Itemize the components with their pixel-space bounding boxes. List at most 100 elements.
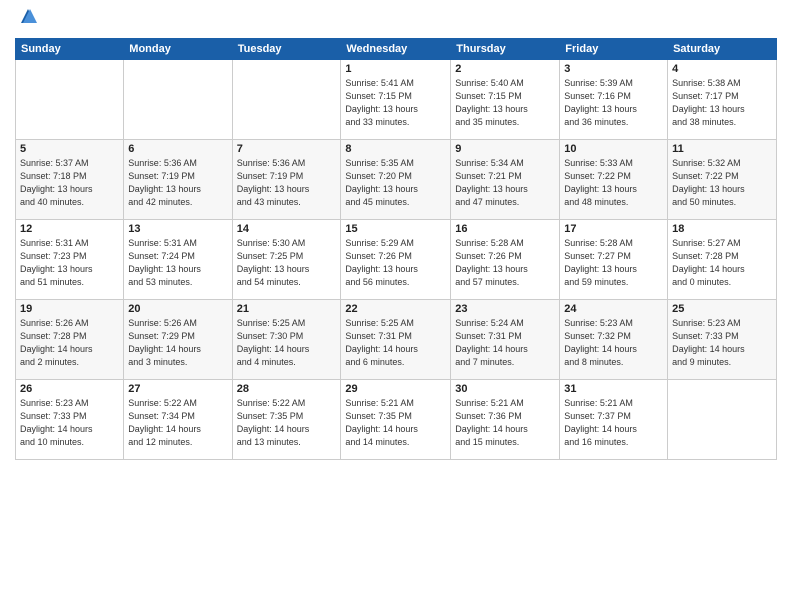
calendar-cell <box>124 59 232 139</box>
calendar-cell: 23 Sunrise: 5:24 AMSunset: 7:31 PMDayligh… <box>451 299 560 379</box>
calendar-header-tuesday: Tuesday <box>232 38 341 59</box>
calendar-cell: 15Sunrise: 5:29 AMSunset: 7:26 PMDayligh… <box>341 219 451 299</box>
calendar-cell: 27 Sunrise: 5:22 AMSunset: 7:34 PMDayligh… <box>124 379 232 459</box>
calendar-table: SundayMondayTuesdayWednesdayThursdayFrid… <box>15 38 777 460</box>
calendar-cell: 16 Sunrise: 5:28 AMSunset: 7:26 PMDayligh… <box>451 219 560 299</box>
calendar-cell: 7 Sunrise: 5:36 AMSunset: 7:19 PMDaylight… <box>232 139 341 219</box>
day-number: 2 <box>455 63 555 75</box>
calendar-header-wednesday: Wednesday <box>341 38 451 59</box>
day-number: 30 <box>455 383 555 395</box>
day-info: Sunrise: 5:34 AMSunset: 7:21 PMDaylight:… <box>455 157 555 209</box>
day-info: Sunrise: 5:39 AMSunset: 7:16 PMDaylight:… <box>564 77 663 129</box>
day-info: Sunrise: 5:31 AMSunset: 7:23 PMDaylight:… <box>20 237 119 289</box>
calendar-cell: 22 Sunrise: 5:25 AMSunset: 7:31 PMDayligh… <box>341 299 451 379</box>
calendar-header-monday: Monday <box>124 38 232 59</box>
logo-icon <box>17 5 39 27</box>
calendar-cell: 29 Sunrise: 5:21 AMSunset: 7:35 PMDayligh… <box>341 379 451 459</box>
day-number: 23 <box>455 303 555 315</box>
day-number: 22 <box>345 303 446 315</box>
calendar-cell: 14 Sunrise: 5:30 AMSunset: 7:25 PMDayligh… <box>232 219 341 299</box>
calendar-cell: 18 Sunrise: 5:27 AMSunset: 7:28 PMDayligh… <box>668 219 777 299</box>
day-info: Sunrise: 5:33 AMSunset: 7:22 PMDaylight:… <box>564 157 663 209</box>
calendar-cell: 8 Sunrise: 5:35 AMSunset: 7:20 PMDaylight… <box>341 139 451 219</box>
day-info: Sunrise: 5:30 AMSunset: 7:25 PMDaylight:… <box>237 237 337 289</box>
calendar-page: SundayMondayTuesdayWednesdayThursdayFrid… <box>0 0 792 612</box>
day-info: Sunrise: 5:24 AMSunset: 7:31 PMDaylight:… <box>455 317 555 369</box>
calendar-cell: 4 Sunrise: 5:38 AMSunset: 7:17 PMDaylight… <box>668 59 777 139</box>
calendar-cell <box>668 379 777 459</box>
day-number: 16 <box>455 223 555 235</box>
calendar-cell <box>16 59 124 139</box>
day-info: Sunrise: 5:32 AMSunset: 7:22 PMDaylight:… <box>672 157 772 209</box>
calendar-cell: 19 Sunrise: 5:26 AMSunset: 7:28 PMDayligh… <box>16 299 124 379</box>
day-number: 27 <box>128 383 227 395</box>
day-number: 28 <box>237 383 337 395</box>
calendar-cell: 25Sunrise: 5:23 AMSunset: 7:33 PMDayligh… <box>668 299 777 379</box>
calendar-cell: 10 Sunrise: 5:33 AMSunset: 7:22 PMDayligh… <box>560 139 668 219</box>
day-number: 14 <box>237 223 337 235</box>
day-info: Sunrise: 5:26 AMSunset: 7:28 PMDaylight:… <box>20 317 119 369</box>
day-number: 10 <box>564 143 663 155</box>
calendar-cell: 13 Sunrise: 5:31 AMSunset: 7:24 PMDayligh… <box>124 219 232 299</box>
day-number: 20 <box>128 303 227 315</box>
calendar-cell: 9 Sunrise: 5:34 AMSunset: 7:21 PMDaylight… <box>451 139 560 219</box>
calendar-week-row: 5 Sunrise: 5:37 AMSunset: 7:18 PMDaylight… <box>16 139 777 219</box>
day-info: Sunrise: 5:25 AMSunset: 7:31 PMDaylight:… <box>345 317 446 369</box>
page-header <box>15 10 777 30</box>
day-info: Sunrise: 5:25 AMSunset: 7:30 PMDaylight:… <box>237 317 337 369</box>
calendar-cell: 2 Sunrise: 5:40 AMSunset: 7:15 PMDaylight… <box>451 59 560 139</box>
day-number: 4 <box>672 63 772 75</box>
day-info: Sunrise: 5:28 AMSunset: 7:27 PMDaylight:… <box>564 237 663 289</box>
calendar-cell: 21 Sunrise: 5:25 AMSunset: 7:30 PMDayligh… <box>232 299 341 379</box>
day-info: Sunrise: 5:41 AMSunset: 7:15 PMDaylight:… <box>345 77 446 129</box>
day-number: 9 <box>455 143 555 155</box>
day-number: 26 <box>20 383 119 395</box>
calendar-cell: 6Sunrise: 5:36 AMSunset: 7:19 PMDaylight… <box>124 139 232 219</box>
day-info: Sunrise: 5:36 AMSunset: 7:19 PMDaylight:… <box>237 157 337 209</box>
day-number: 15 <box>345 223 446 235</box>
day-number: 8 <box>345 143 446 155</box>
calendar-cell: 3 Sunrise: 5:39 AMSunset: 7:16 PMDaylight… <box>560 59 668 139</box>
calendar-cell: 5 Sunrise: 5:37 AMSunset: 7:18 PMDaylight… <box>16 139 124 219</box>
calendar-cell: 31 Sunrise: 5:21 AMSunset: 7:37 PMDayligh… <box>560 379 668 459</box>
day-info: Sunrise: 5:35 AMSunset: 7:20 PMDaylight:… <box>345 157 446 209</box>
calendar-header-row: SundayMondayTuesdayWednesdayThursdayFrid… <box>16 38 777 59</box>
day-info: Sunrise: 5:40 AMSunset: 7:15 PMDaylight:… <box>455 77 555 129</box>
calendar-cell: 17Sunrise: 5:28 AMSunset: 7:27 PMDayligh… <box>560 219 668 299</box>
day-info: Sunrise: 5:37 AMSunset: 7:18 PMDaylight:… <box>20 157 119 209</box>
calendar-week-row: 19 Sunrise: 5:26 AMSunset: 7:28 PMDayligh… <box>16 299 777 379</box>
day-number: 5 <box>20 143 119 155</box>
day-info: Sunrise: 5:21 AMSunset: 7:35 PMDaylight:… <box>345 397 446 449</box>
logo <box>15 10 39 30</box>
calendar-cell: 20Sunrise: 5:26 AMSunset: 7:29 PMDayligh… <box>124 299 232 379</box>
day-number: 21 <box>237 303 337 315</box>
day-number: 25 <box>672 303 772 315</box>
day-info: Sunrise: 5:21 AMSunset: 7:36 PMDaylight:… <box>455 397 555 449</box>
calendar-cell: 12Sunrise: 5:31 AMSunset: 7:23 PMDayligh… <box>16 219 124 299</box>
day-info: Sunrise: 5:27 AMSunset: 7:28 PMDaylight:… <box>672 237 772 289</box>
calendar-week-row: 1Sunrise: 5:41 AMSunset: 7:15 PMDaylight… <box>16 59 777 139</box>
day-number: 31 <box>564 383 663 395</box>
day-info: Sunrise: 5:22 AMSunset: 7:34 PMDaylight:… <box>128 397 227 449</box>
calendar-cell: 30 Sunrise: 5:21 AMSunset: 7:36 PMDayligh… <box>451 379 560 459</box>
day-number: 3 <box>564 63 663 75</box>
day-info: Sunrise: 5:38 AMSunset: 7:17 PMDaylight:… <box>672 77 772 129</box>
day-info: Sunrise: 5:23 AMSunset: 7:33 PMDaylight:… <box>20 397 119 449</box>
calendar-cell: 28Sunrise: 5:22 AMSunset: 7:35 PMDayligh… <box>232 379 341 459</box>
day-number: 7 <box>237 143 337 155</box>
day-number: 13 <box>128 223 227 235</box>
calendar-cell: 11 Sunrise: 5:32 AMSunset: 7:22 PMDayligh… <box>668 139 777 219</box>
day-number: 19 <box>20 303 119 315</box>
calendar-cell <box>232 59 341 139</box>
calendar-week-row: 26 Sunrise: 5:23 AMSunset: 7:33 PMDayligh… <box>16 379 777 459</box>
calendar-header-sunday: Sunday <box>16 38 124 59</box>
calendar-week-row: 12Sunrise: 5:31 AMSunset: 7:23 PMDayligh… <box>16 219 777 299</box>
calendar-header-thursday: Thursday <box>451 38 560 59</box>
day-info: Sunrise: 5:28 AMSunset: 7:26 PMDaylight:… <box>455 237 555 289</box>
day-info: Sunrise: 5:31 AMSunset: 7:24 PMDaylight:… <box>128 237 227 289</box>
day-number: 6 <box>128 143 227 155</box>
day-number: 29 <box>345 383 446 395</box>
day-number: 18 <box>672 223 772 235</box>
day-number: 11 <box>672 143 772 155</box>
day-info: Sunrise: 5:21 AMSunset: 7:37 PMDaylight:… <box>564 397 663 449</box>
